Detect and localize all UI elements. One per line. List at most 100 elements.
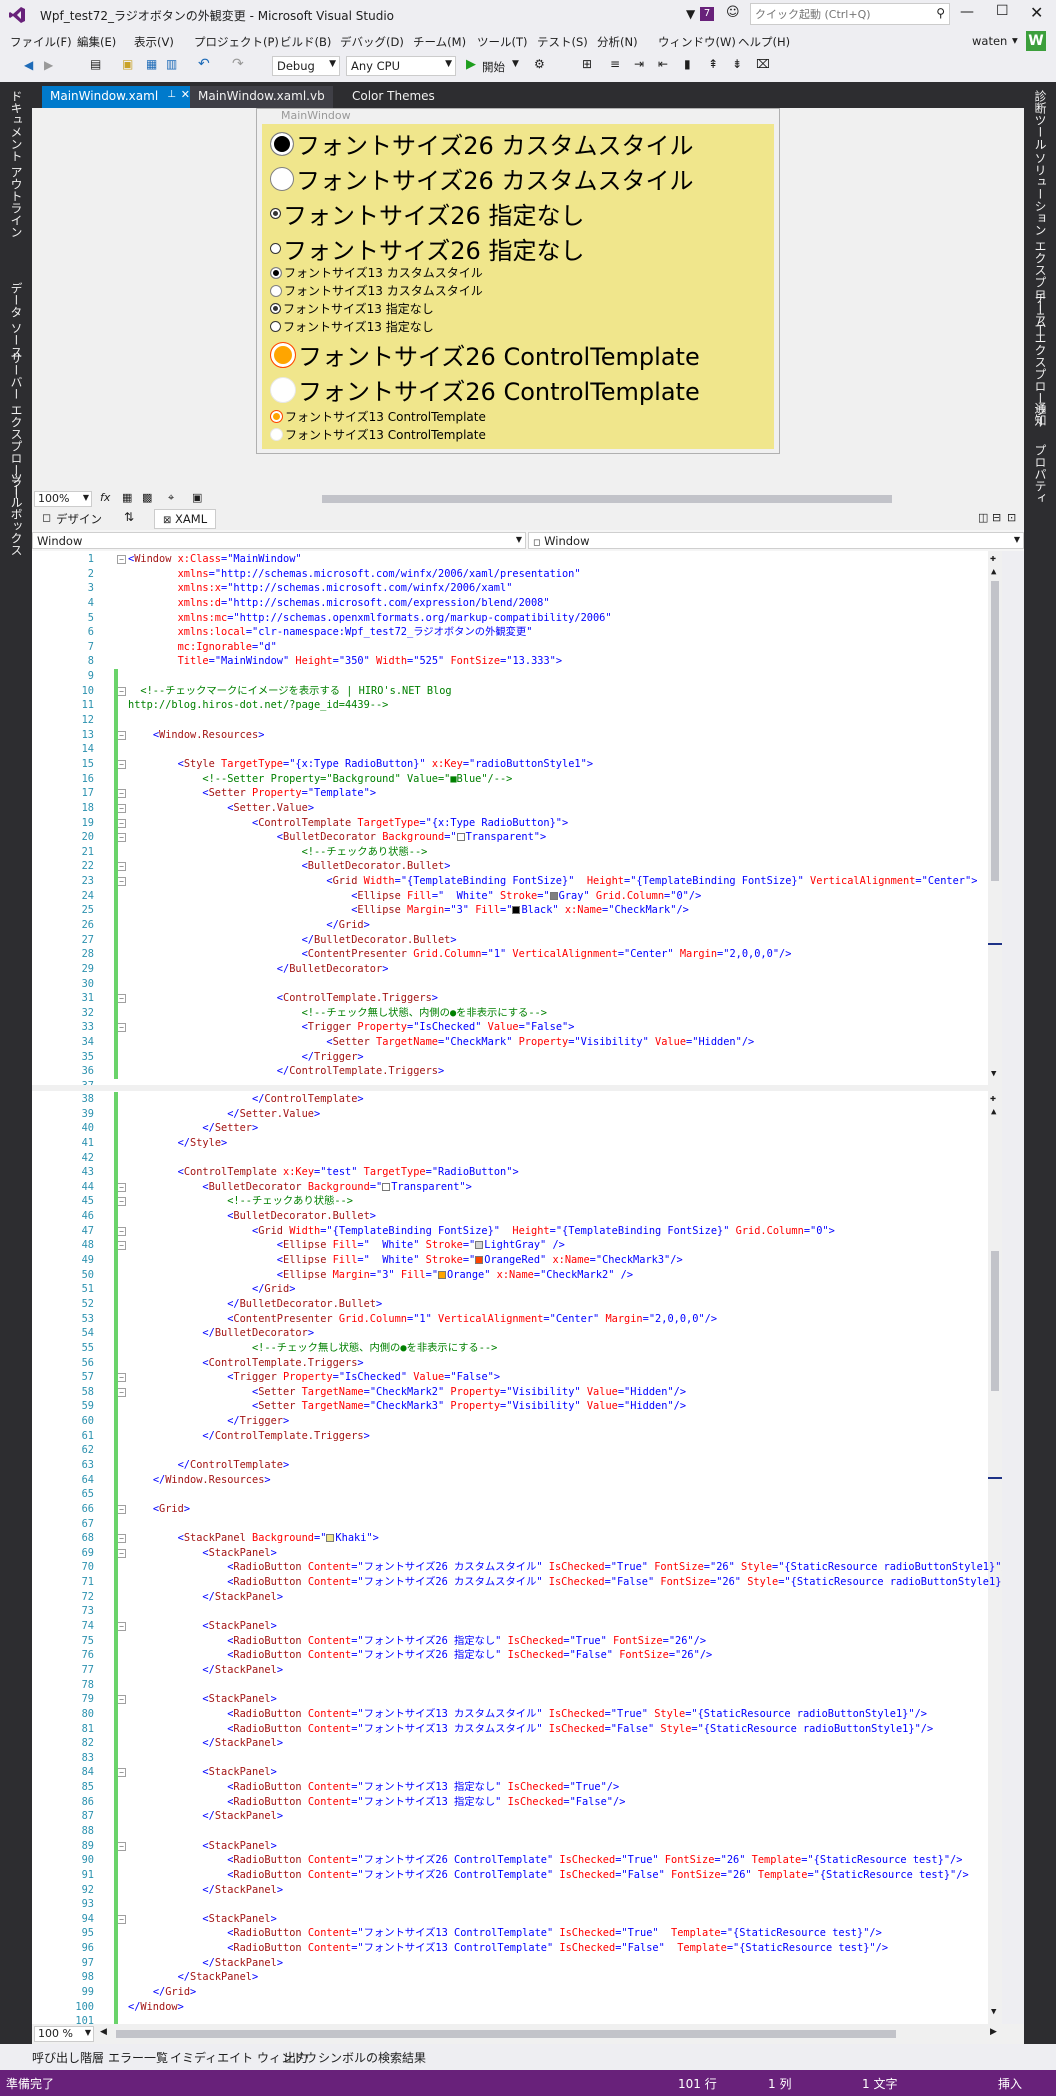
- tab-design[interactable]: デザイン: [56, 511, 102, 527]
- fold-toggle-icon[interactable]: −: [117, 1622, 126, 1632]
- nav-right-combo[interactable]: ◻ Window ▼: [528, 532, 1024, 549]
- code-line[interactable]: 97 </StackPanel>: [32, 1956, 1002, 1971]
- fold-toggle-icon[interactable]: −: [117, 1695, 126, 1705]
- radio-button[interactable]: フォントサイズ26 カスタムスタイル: [270, 161, 693, 196]
- code-line[interactable]: 10 − <!--チェックマークにイメージを表示する | HIRO's.NET B…: [32, 684, 1002, 699]
- code-line[interactable]: 70 <RadioButton Content="フォントサイズ26 カスタムス…: [32, 1560, 1002, 1575]
- code-line[interactable]: 52 </BulletDecorator.Bullet>: [32, 1297, 1002, 1312]
- start-icon[interactable]: ▶: [466, 57, 476, 72]
- code-line[interactable]: 38 </ControlTemplate>: [32, 1092, 1002, 1107]
- grid-snap-icon[interactable]: ▩: [142, 491, 152, 504]
- fold-toggle-icon[interactable]: −: [117, 1373, 126, 1383]
- code-line[interactable]: 81 <RadioButton Content="フォントサイズ13 カスタムス…: [32, 1722, 1002, 1737]
- code-line[interactable]: 64 </Window.Resources>: [32, 1473, 1002, 1488]
- snap-icon[interactable]: ⌖: [168, 491, 174, 505]
- code-line[interactable]: 89 − <StackPanel>: [32, 1839, 1002, 1854]
- grid-icon[interactable]: ▦: [122, 491, 132, 504]
- panel-tab-toolbox[interactable]: ツールボックス: [8, 472, 25, 556]
- radio-button[interactable]: フォントサイズ26 ControlTemplate: [270, 337, 700, 372]
- radio-button[interactable]: フォントサイズ13 カスタムスタイル: [270, 264, 483, 281]
- radio-button[interactable]: フォントサイズ26 指定なし: [270, 231, 584, 266]
- radio-button[interactable]: フォントサイズ13 ControlTemplate: [270, 426, 486, 443]
- code-line[interactable]: 53 <ContentPresenter Grid.Column="1" Ver…: [32, 1312, 1002, 1327]
- code-line[interactable]: 72 </StackPanel>: [32, 1590, 1002, 1605]
- code-line[interactable]: 88: [32, 1824, 1002, 1839]
- code-line[interactable]: 78: [32, 1678, 1002, 1693]
- code-line[interactable]: 13 − <Window.Resources>: [32, 728, 1002, 743]
- code-line[interactable]: 79 − <StackPanel>: [32, 1692, 1002, 1707]
- code-line[interactable]: 24 <Ellipse Fill=" White" Stroke=" Gray" …: [32, 889, 1002, 904]
- code-line[interactable]: 48 − <Ellipse Fill=" White" Stroke=" Light…: [32, 1238, 1002, 1253]
- tab-color-themes[interactable]: Color Themes: [344, 86, 443, 108]
- menu-help[interactable]: ヘルプ(H): [738, 34, 790, 50]
- code-line[interactable]: 28 <ContentPresenter Grid.Column="1" Ver…: [32, 947, 1002, 962]
- code-line[interactable]: 99 </Grid>: [32, 1985, 1002, 2000]
- tab-call-hierarchy[interactable]: 呼び出し階層: [32, 2049, 104, 2066]
- pin-icon[interactable]: ⊥: [167, 89, 176, 100]
- panel-tab-data-sources[interactable]: データ ソース: [8, 282, 25, 358]
- code-line[interactable]: 68 − <StackPanel Background=" Khaki">: [32, 1531, 1002, 1546]
- bookmark-next-icon[interactable]: ⇟: [732, 57, 742, 71]
- code-line[interactable]: 41 </Style>: [32, 1136, 1002, 1151]
- fold-toggle-icon[interactable]: −: [117, 686, 126, 696]
- code-line[interactable]: 40 </Setter>: [32, 1121, 1002, 1136]
- code-line[interactable]: 90 <RadioButton Content="フォントサイズ26 Contr…: [32, 1853, 1002, 1868]
- toolbar-tool-icon[interactable]: ⊞: [582, 57, 592, 71]
- filter-icon[interactable]: ▼: [686, 7, 695, 21]
- code-line[interactable]: 60 </Trigger>: [32, 1414, 1002, 1429]
- fold-toggle-icon[interactable]: −: [117, 818, 126, 828]
- code-line[interactable]: 16 <!--Setter Property="Background" Valu…: [32, 772, 1002, 787]
- code-line[interactable]: 18 − <Setter.Value>: [32, 801, 1002, 816]
- notification-badge[interactable]: 7: [700, 7, 714, 21]
- code-line[interactable]: 51 </Grid>: [32, 1282, 1002, 1297]
- menu-tools[interactable]: ツール(T): [477, 34, 528, 50]
- code-line[interactable]: 63 </ControlTemplate>: [32, 1458, 1002, 1473]
- code-line[interactable]: 82 </StackPanel>: [32, 1736, 1002, 1751]
- code-line[interactable]: 58 − <Setter TargetName="CheckMark2" Prop…: [32, 1385, 1002, 1400]
- code-line[interactable]: 61 </ControlTemplate.Triggers>: [32, 1429, 1002, 1444]
- radio-button[interactable]: フォントサイズ26 カスタムスタイル: [270, 126, 693, 161]
- fold-toggle-icon[interactable]: −: [117, 833, 126, 843]
- fold-toggle-icon[interactable]: −: [117, 1182, 126, 1192]
- close-button[interactable]: ✕: [1030, 3, 1043, 22]
- tab-mainwindow-xaml[interactable]: MainWindow.xaml ⊥ ✕: [42, 86, 194, 108]
- code-line[interactable]: 66 − <Grid>: [32, 1502, 1002, 1517]
- toolbar-tool-icon[interactable]: ⚙: [534, 57, 545, 71]
- code-line[interactable]: 29 </BulletDecorator>: [32, 962, 1002, 977]
- code-line[interactable]: 11 http://blog.hiros-dot.net/?page_id=443…: [32, 698, 1002, 713]
- fold-toggle-icon[interactable]: −: [117, 555, 126, 564]
- minimize-button[interactable]: —: [960, 4, 974, 20]
- tab-output[interactable]: 出力: [284, 2049, 308, 2066]
- code-line[interactable]: 71 <RadioButton Content="フォントサイズ26 カスタムス…: [32, 1575, 1002, 1590]
- code-line[interactable]: 20 − <BulletDecorator Background=" Transpa…: [32, 830, 1002, 845]
- code-line[interactable]: 4 xmlns:d="http://schemas.microsoft.com/…: [32, 596, 1002, 611]
- code-line[interactable]: 1 − <Window x:Class="MainWindow": [32, 552, 1002, 567]
- scroll-right-icon[interactable]: ▶: [990, 2027, 997, 2037]
- code-line[interactable]: 42: [32, 1151, 1002, 1166]
- fold-toggle-icon[interactable]: −: [117, 1197, 126, 1207]
- fold-toggle-icon[interactable]: −: [117, 1914, 126, 1924]
- code-line[interactable]: 25 <Ellipse Margin="3" Fill=" Black" x:Na…: [32, 903, 1002, 918]
- quick-launch-input[interactable]: [751, 4, 921, 24]
- user-dropdown-icon[interactable]: ▾: [1012, 33, 1018, 47]
- horizontal-split-icon[interactable]: ⊟: [992, 511, 1001, 524]
- code-line[interactable]: 80 <RadioButton Content="フォントサイズ13 カスタムス…: [32, 1707, 1002, 1722]
- swap-panes-icon[interactable]: ⇅: [124, 510, 134, 524]
- fx-icon[interactable]: fx: [100, 491, 110, 504]
- menu-file[interactable]: ファイル(F): [10, 34, 72, 50]
- nav-left-combo[interactable]: Window ▼: [32, 532, 526, 549]
- menu-analyze[interactable]: 分析(N): [597, 34, 638, 50]
- code-line[interactable]: 30: [32, 977, 1002, 992]
- code-line[interactable]: 35 </Trigger>: [32, 1050, 1002, 1065]
- code-line[interactable]: 98 </StackPanel>: [32, 1970, 1002, 1985]
- zoom-select[interactable]: 100% ▼: [34, 491, 92, 507]
- new-project-icon[interactable]: ▤: [90, 57, 101, 71]
- code-line[interactable]: 2 xmlns="http://schemas.microsoft.com/wi…: [32, 567, 1002, 582]
- radio-button[interactable]: フォントサイズ13 ControlTemplate: [270, 408, 486, 425]
- code-line[interactable]: 46 <BulletDecorator.Bullet>: [32, 1209, 1002, 1224]
- code-line[interactable]: 33 − <Trigger Property="IsChecked" Value=…: [32, 1020, 1002, 1035]
- start-button[interactable]: 開始: [482, 59, 505, 75]
- code-line[interactable]: 32 <!--チェック無し状態、内側の●を非表示にする-->: [32, 1006, 1002, 1021]
- bookmark-clear-icon[interactable]: ⌧: [756, 57, 770, 71]
- code-line[interactable]: 47 − <Grid Width="{TemplateBinding FontSi…: [32, 1224, 1002, 1239]
